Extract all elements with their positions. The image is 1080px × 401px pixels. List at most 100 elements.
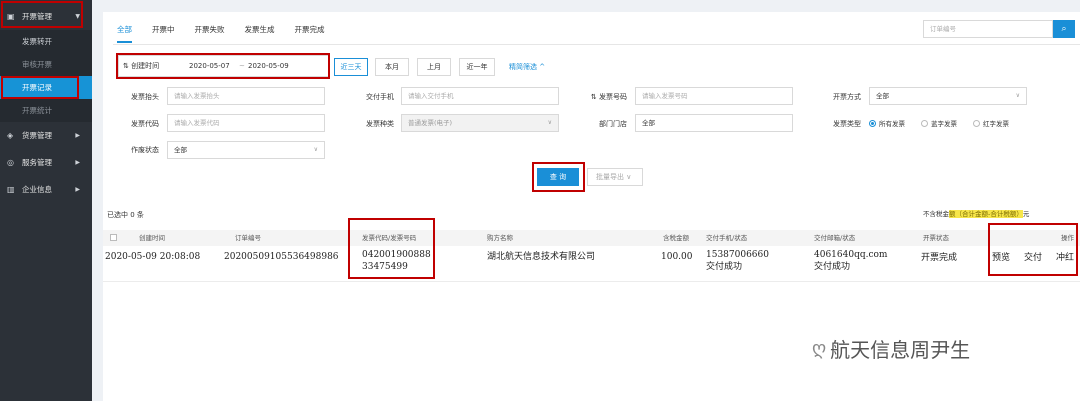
sidebar-item-label: 服务管理 — [22, 158, 52, 167]
department-select[interactable]: 全部 — [635, 114, 793, 132]
query-button[interactable]: 查 询 — [537, 168, 579, 186]
watermark: ღ 航天信息周尹生 — [812, 334, 970, 363]
note-text: 不含税金 — [923, 210, 949, 218]
column-header: 含税金额 — [663, 234, 689, 242]
sidebar-subitem-transfer[interactable]: 发票转开 — [0, 30, 92, 53]
invoice-icon: ▣ — [7, 12, 15, 21]
sidebar-subitem-stats[interactable]: 开票统计 — [0, 99, 92, 122]
deliver-action[interactable]: 交付 — [1024, 252, 1042, 264]
radio-label: 蓝字发票 — [931, 120, 957, 128]
date-separator: ~ — [239, 62, 245, 70]
sidebar-item-service[interactable]: ◎ 服务管理 ▶ — [0, 149, 92, 176]
cell-delivery-phone: 15387006660 — [706, 250, 769, 260]
export-label: 批量导出 — [596, 173, 624, 181]
issue-method-label: 开票方式 — [833, 93, 861, 101]
selected-count: 已选中 0 条 — [107, 211, 144, 219]
cell-email-status: 交付成功 — [814, 262, 851, 272]
date-range-label: ⇅ 创建时间 — [123, 62, 160, 70]
cell-invoice-number: 33475499 — [362, 262, 408, 272]
issue-method-value: 全部 — [876, 92, 889, 100]
preview-action[interactable]: 预览 — [992, 252, 1010, 264]
search-button[interactable]: ⌕ — [1053, 20, 1075, 38]
date-range-picker[interactable]: ⇅ 创建时间 2020-05-07 ~ 2020-05-09 — [118, 55, 330, 77]
column-header: 创建时间 — [139, 234, 165, 242]
column-header: 订单编号 — [235, 234, 261, 242]
radio-dot — [921, 119, 928, 127]
advanced-filter-toggle[interactable]: 精简筛选 ^ — [509, 62, 545, 72]
amount-note: 不含税金额（合计金额-合计税额）元 — [923, 208, 1029, 218]
invoice-number-input[interactable]: 请输入发票号码 — [635, 87, 793, 105]
building-icon: ▥ — [7, 185, 15, 194]
invoice-code-label: 发票代码 — [131, 120, 159, 128]
radio-dot — [973, 119, 980, 127]
last-three-days-button[interactable]: 近三天 — [334, 58, 368, 76]
sidebar-subitem-review[interactable]: 审核开票 — [0, 53, 92, 76]
note-highlight: 额（合计金额-合计税额） — [949, 210, 1023, 218]
chevron-down-icon: ∨ — [313, 146, 318, 153]
column-header: 交付手机/状态 — [706, 234, 748, 242]
sidebar-item-label: 货票管理 — [22, 131, 52, 140]
sidebar-item-goods[interactable]: ◈ 货票管理 ▶ — [0, 122, 92, 149]
invoice-title-input[interactable]: 请输入发票抬头 — [167, 87, 325, 105]
cell-created-time: 2020-05-09 20:08:08 — [105, 252, 201, 262]
table-row[interactable]: 2020-05-09 20:08:08 20200509105536498986… — [103, 246, 1080, 282]
radio-label: 所有发票 — [879, 120, 905, 128]
void-status-label: 作废状态 — [131, 146, 159, 154]
select-all-checkbox[interactable] — [110, 234, 117, 241]
invoice-kind-select: 普通发票(电子) ∨ — [401, 114, 559, 132]
tab-failed[interactable]: 开票失败 — [195, 18, 225, 42]
column-header: 操作 — [1061, 234, 1074, 242]
wechat-icon: ღ — [812, 338, 827, 359]
column-header: 购方名称 — [487, 234, 513, 242]
sidebar-item-company[interactable]: ▥ 企业信息 ▶ — [0, 176, 92, 203]
invoice-code-input[interactable]: 请输入发票代码 — [167, 114, 325, 132]
end-date[interactable]: 2020-05-09 — [248, 56, 289, 76]
radio-blue-invoices[interactable]: 蓝字发票 — [921, 118, 957, 128]
cell-invoice-status: 开票完成 — [921, 253, 958, 263]
box-icon: ◈ — [7, 131, 14, 140]
radio-all-invoices[interactable]: 所有发票 — [869, 118, 905, 128]
chevron-down-icon: ∨ — [626, 173, 632, 181]
chevron-down-icon: ∨ — [1015, 92, 1020, 99]
invoice-number-label: ⇅ 发票号码 — [590, 93, 627, 101]
chevron-right-icon: ▶ — [75, 132, 80, 139]
invoice-kind-label: 发票种类 — [366, 120, 394, 128]
sidebar-subitem-records[interactable]: 开票记录 — [0, 76, 92, 99]
table-header: 创建时间 订单编号 发票代码/发票号码 购方名称 含税金额 交付手机/状态 交付… — [103, 230, 1080, 246]
status-tabs: 全部 开票中 开票失败 发票生成 开票完成 — [117, 18, 345, 43]
chevron-down-icon: ∨ — [547, 119, 552, 126]
records-table: 已选中 0 条 不含税金额（合计金额-合计税额）元 创建时间 订单编号 发票代码… — [103, 205, 1080, 401]
void-status-select[interactable]: 全部 ∨ — [167, 141, 325, 159]
chevron-right-icon: ▶ — [75, 186, 80, 193]
radio-dot — [869, 119, 876, 127]
void-status-value: 全部 — [174, 146, 187, 154]
sidebar: ▣ 开票管理 ▼ 发票转开 审核开票 开票记录 开票统计 ◈ 货票管理 ▶ ◎ … — [0, 0, 92, 401]
tab-generated[interactable]: 发票生成 — [245, 18, 275, 42]
delivery-phone-input[interactable]: 请输入交付手机 — [401, 87, 559, 105]
note-unit: 元 — [1022, 210, 1030, 218]
issue-method-select[interactable]: 全部 ∨ — [869, 87, 1027, 105]
order-number-search-input[interactable]: 订单编号 — [923, 20, 1053, 38]
invoice-title-label: 发票抬头 — [131, 93, 159, 101]
cell-phone-status: 交付成功 — [706, 262, 743, 272]
last-year-button[interactable]: 近一年 — [459, 58, 495, 76]
this-month-button[interactable]: 本月 — [375, 58, 409, 76]
red-reversal-action[interactable]: 冲红 — [1056, 252, 1074, 264]
tab-all[interactable]: 全部 — [117, 18, 132, 43]
watermark-text: 航天信息周尹生 — [830, 338, 971, 362]
sidebar-item-invoice-management[interactable]: ▣ 开票管理 ▼ — [0, 3, 92, 30]
batch-export-button[interactable]: 批量导出 ∨ — [587, 168, 643, 186]
radio-red-invoices[interactable]: 红字发票 — [973, 118, 1009, 128]
last-month-button[interactable]: 上月 — [417, 58, 451, 76]
divider — [113, 44, 1080, 45]
start-date[interactable]: 2020-05-07 — [189, 56, 230, 76]
chevron-right-icon: ▶ — [75, 159, 80, 166]
column-header: 发票代码/发票号码 — [362, 234, 417, 242]
tab-completed[interactable]: 开票完成 — [295, 18, 325, 42]
tab-issuing[interactable]: 开票中 — [152, 18, 175, 42]
sidebar-item-label: 开票管理 — [22, 12, 52, 21]
invoice-type-label: 发票类型 — [833, 120, 861, 128]
column-header: 交付邮箱/状态 — [814, 234, 856, 242]
column-header: 开票状态 — [923, 234, 949, 242]
delivery-phone-label: 交付手机 — [366, 93, 394, 101]
